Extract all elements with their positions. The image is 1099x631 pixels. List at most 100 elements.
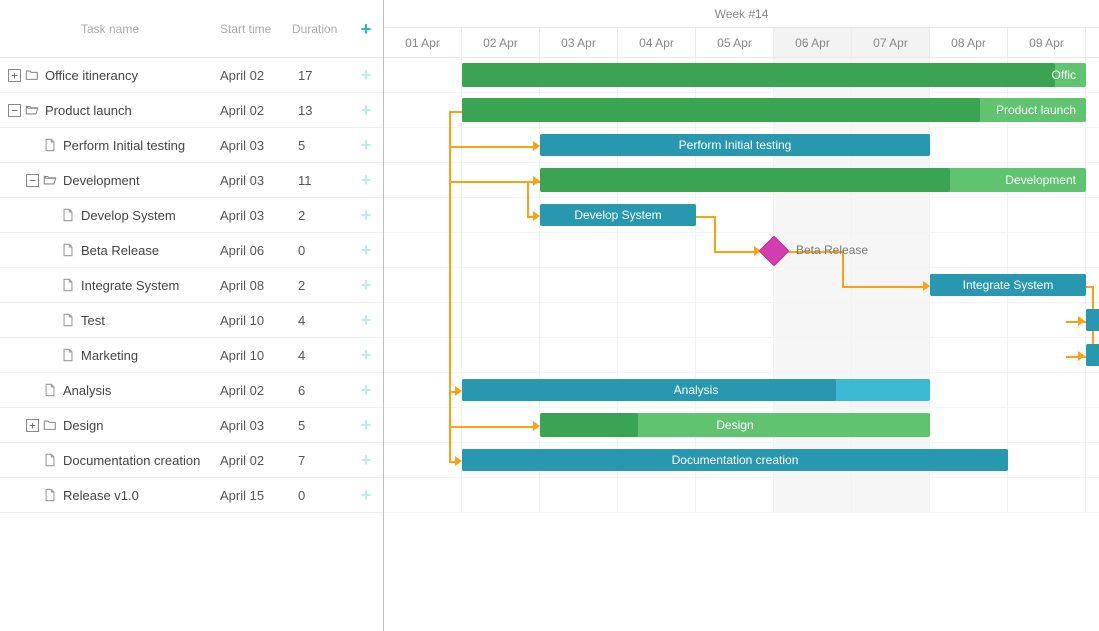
gantt-task-bar[interactable] <box>1086 309 1099 331</box>
add-subtask-icon[interactable]: + <box>361 240 372 260</box>
add-subtask-icon[interactable]: + <box>361 380 372 400</box>
grid-row[interactable]: +Office itinerancyApril 0217+ <box>0 58 383 93</box>
add-subtask-icon[interactable]: + <box>361 135 372 155</box>
day-header: 08 Apr <box>930 28 1008 57</box>
timeline-row[interactable]: Perform Initial testing <box>384 128 1099 163</box>
task-duration: 5 <box>292 418 352 433</box>
task-start: April 03 <box>220 208 292 223</box>
file-icon <box>43 453 57 467</box>
week-label: Week #14 <box>384 0 1099 28</box>
gantt-task-bar[interactable] <box>1086 344 1099 366</box>
timeline-row[interactable] <box>384 338 1099 373</box>
task-label: Development <box>63 173 140 188</box>
bar-label: Documentation creation <box>666 453 805 467</box>
bar-label: Design <box>710 418 759 432</box>
grid-row[interactable]: Release v1.0April 150+ <box>0 478 383 513</box>
timeline-row[interactable]: Product launch <box>384 93 1099 128</box>
grid-row[interactable]: −DevelopmentApril 0311+ <box>0 163 383 198</box>
timeline-row[interactable]: Analysis <box>384 373 1099 408</box>
grid-row[interactable]: TestApril 104+ <box>0 303 383 338</box>
gantt-task-bar[interactable]: Integrate System <box>930 274 1086 296</box>
timeline-row[interactable]: Development <box>384 163 1099 198</box>
collapse-icon[interactable]: − <box>8 104 21 117</box>
gantt-task-bar[interactable]: Documentation creation <box>462 449 1008 471</box>
add-subtask-icon[interactable]: + <box>361 485 372 505</box>
task-duration: 4 <box>292 348 352 363</box>
task-name-cell[interactable]: −Product launch <box>0 103 220 118</box>
add-subtask-icon[interactable]: + <box>361 170 372 190</box>
timeline-row[interactable] <box>384 478 1099 513</box>
grid-row[interactable]: Integrate SystemApril 082+ <box>0 268 383 303</box>
add-subtask-icon[interactable]: + <box>361 65 372 85</box>
timeline-row[interactable]: Develop System <box>384 198 1099 233</box>
grid-row[interactable]: +DesignApril 035+ <box>0 408 383 443</box>
grid-row[interactable]: Develop System April 032 + <box>0 198 383 233</box>
timeline-row[interactable]: Design <box>384 408 1099 443</box>
task-name-cell[interactable]: Integrate System <box>0 278 220 293</box>
task-duration: 11 <box>292 173 352 188</box>
collapse-icon[interactable]: − <box>26 174 39 187</box>
grid-row[interactable]: Perform Initial testingApril 035 + <box>0 128 383 163</box>
task-duration: 5 <box>292 138 352 153</box>
file-icon <box>61 278 75 292</box>
day-header: 04 Apr <box>618 28 696 57</box>
day-header: 09 Apr <box>1008 28 1086 57</box>
task-name-cell[interactable]: Develop System <box>0 208 220 223</box>
timeline-row[interactable]: Beta Release <box>384 233 1099 268</box>
grid-row[interactable]: −Product launchApril 0213+ <box>0 93 383 128</box>
task-label: Marketing <box>81 348 138 363</box>
task-name-cell[interactable]: +Office itinerancy <box>0 68 220 83</box>
gantt-task-bar[interactable]: Analysis <box>462 379 930 401</box>
timeline-row[interactable]: Integrate System <box>384 268 1099 303</box>
gantt-group-bar[interactable]: Design <box>540 413 930 437</box>
task-duration: 7 <box>292 453 352 468</box>
task-name-cell[interactable]: Marketing <box>0 348 220 363</box>
timeline-body[interactable]: Offic Product launch Perform Initial testi… <box>384 58 1099 513</box>
progress-fill <box>540 168 950 192</box>
grid-row[interactable]: MarketingApril 104+ <box>0 338 383 373</box>
task-name-cell[interactable]: Test <box>0 313 220 328</box>
task-name-cell[interactable]: Documentation creation <box>0 453 220 468</box>
col-header-start-time: Start time <box>220 22 292 36</box>
task-name-cell[interactable]: Analysis <box>0 383 220 398</box>
add-subtask-icon[interactable]: + <box>361 345 372 365</box>
add-subtask-icon[interactable]: + <box>361 205 372 225</box>
progress-fill <box>1086 344 1099 366</box>
task-duration: 2 <box>292 208 352 223</box>
task-name-cell[interactable]: Beta Release <box>0 243 220 258</box>
add-subtask-icon[interactable]: + <box>361 310 372 330</box>
timeline-row[interactable]: Offic <box>384 58 1099 93</box>
task-label: Develop System <box>81 208 176 223</box>
gantt-group-bar[interactable]: Product launch <box>462 98 1086 122</box>
col-header-add[interactable]: + <box>352 20 380 38</box>
task-name-cell[interactable]: +Design <box>0 418 220 433</box>
gantt-task-bar[interactable]: Perform Initial testing <box>540 134 930 156</box>
task-start: April 06 <box>220 243 292 258</box>
gantt-task-bar[interactable]: Develop System <box>540 204 696 226</box>
task-name-cell[interactable]: − Development <box>0 173 220 188</box>
timeline[interactable]: Week #14 01 Apr02 Apr03 Apr04 Apr05 Apr0… <box>384 0 1099 631</box>
add-subtask-icon[interactable]: + <box>361 450 372 470</box>
gantt-group-bar[interactable]: Offic <box>462 63 1086 87</box>
day-header: 03 Apr <box>540 28 618 57</box>
gantt-group-bar[interactable]: Development <box>540 168 1086 192</box>
file-icon <box>61 243 75 257</box>
file-icon <box>61 348 75 362</box>
add-subtask-icon[interactable]: + <box>361 100 372 120</box>
expand-icon[interactable]: + <box>8 69 21 82</box>
timeline-row[interactable] <box>384 303 1099 338</box>
task-start: April 03 <box>220 138 292 153</box>
grid-row[interactable]: AnalysisApril 026+ <box>0 373 383 408</box>
task-name-cell[interactable]: Perform Initial testing <box>0 138 220 153</box>
grid-row[interactable]: Beta ReleaseApril 060+ <box>0 233 383 268</box>
add-task-icon[interactable]: + <box>361 19 372 39</box>
task-name-cell[interactable]: Release v1.0 <box>0 488 220 503</box>
bar-label: Develop System <box>568 208 667 222</box>
grid-header: Task name Start time Duration + <box>0 0 383 58</box>
add-subtask-icon[interactable]: + <box>361 415 372 435</box>
task-duration: 4 <box>292 313 352 328</box>
grid-row[interactable]: Documentation creationApril 027+ <box>0 443 383 478</box>
timeline-row[interactable]: Documentation creation <box>384 443 1099 478</box>
expand-icon[interactable]: + <box>26 419 39 432</box>
add-subtask-icon[interactable]: + <box>361 275 372 295</box>
